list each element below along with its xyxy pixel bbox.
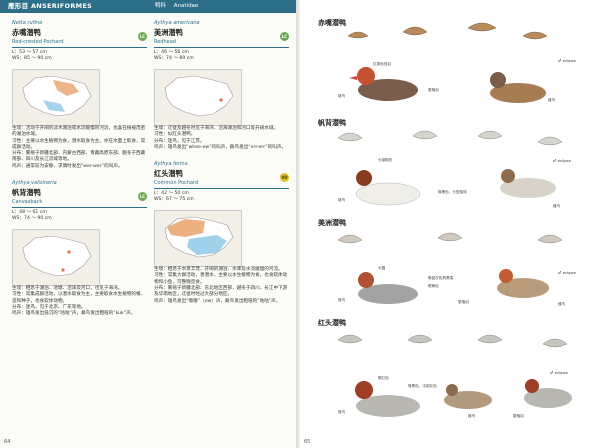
eclipse-label: ♂ eclipse [558, 270, 576, 275]
sci-name: Aythya valisineria [12, 180, 57, 187]
plate-title: 赤嘴潜鸭 [318, 19, 346, 27]
voice-text: 鸣声：通常较为安静，求偶时发出“wer-wer”的叫声。 [12, 163, 123, 169]
eclipse-label: ♂ eclipse [553, 158, 571, 163]
species-entry: Aythya americana 美洲潜鸭 LC Redhead L：46 ～ … [154, 20, 289, 151]
annotation: 红铜色冠羽 [373, 62, 391, 66]
plate-title: 帆背潜鸭 [318, 119, 346, 127]
annotation: 雄鸟 [338, 298, 346, 302]
voice-text: 鸣声：雄鸟发出低沉的“咕咕”声，雌鸟发出粗哑的“kuk”声。 [12, 311, 136, 317]
voice-text: 鸣声：雄鸟发出“嗷嗷”（ow）声，雌鸟发出粗哑的“咕咕”声。 [154, 298, 281, 304]
range-map [12, 69, 100, 126]
eclipse-label: ♂ eclipse [558, 58, 576, 63]
annotation: 喙黑色，头型独特 [438, 190, 467, 194]
left-page: 雁形目 ANSERIFORMES 鸭科 Anatidae Netta rufin… [0, 0, 296, 448]
annotation: 雄鸟 [338, 198, 346, 202]
plate-illustration [337, 232, 563, 304]
cn-name: 赤嘴潜鸭 [12, 28, 41, 37]
annotation: 繁殖羽 [458, 300, 469, 304]
species-entry: Aythya ferina 红头潜鸭 VU Common Pochard L：4… [154, 161, 289, 305]
sci-name: Aythya americana [154, 20, 200, 26]
habits-text: 习性：常集成群活动，以潜水取食为主，主要取食水生植物的根、茎和种子，也食软体动物… [12, 292, 146, 304]
range-map [12, 229, 100, 287]
order-title: 雁形目 ANSERIFORMES [8, 2, 93, 10]
annotation: 喙黑色，中部灰色 [408, 384, 437, 388]
plate-illustration [337, 130, 563, 206]
en-name: Canvasback [12, 199, 43, 206]
wingspan: WS：67 ～ 75 cm [154, 197, 194, 203]
eclipse-label: ♂ eclipse [550, 370, 568, 375]
divider [12, 207, 147, 209]
plate-title: 美洲潜鸭 [318, 219, 346, 227]
sci-name: Aythya ferina [154, 161, 188, 168]
plate-red-crested: 赤嘴潜鸭 红铜色冠羽 雄鸟 雌鸟 繁殖羽 ♂ eclipse [318, 18, 588, 118]
family-en: Anatidae [173, 3, 199, 9]
plate-illustration [337, 334, 572, 417]
cn-name: 美洲潜鸭 [154, 28, 183, 37]
divider [12, 47, 147, 48]
sci-name: Netta rufina [12, 20, 43, 26]
species-entry: Aythya valisineria 帆背潜鸭 LC Canvasback L：… [12, 180, 147, 317]
voice-text: 鸣声：雄鸟发出“whee-ow”的叫声，雌鸟发出“err-err”的叫声。 [154, 144, 287, 150]
habitat-text: 生境：活动于开阔的淡水湖泊或水流缓慢的河流，也喜在植被茂密的湖泊水域。 [12, 126, 146, 138]
divider [154, 47, 289, 48]
divider [154, 188, 289, 190]
annotation: 雌鸟 [558, 302, 566, 306]
range-map [154, 210, 242, 268]
plate-illustration [347, 22, 548, 103]
range-map-graphic [164, 75, 234, 117]
page-number-right: 65 [304, 439, 311, 445]
annotation: 头部楔形 [378, 158, 393, 162]
habits-text: 习性：常集大群活动，善潜水，主要以水生植物为食，也食软体动物和小鱼，可整晚觅食。 [154, 273, 288, 285]
en-name: Red-crested Pochard [12, 39, 64, 45]
en-name: Redhead [154, 39, 176, 45]
annotation: 眼黄色 [428, 284, 439, 288]
range-map [154, 69, 242, 126]
column-b: Aythya americana 美洲潜鸭 LC Redhead L：46 ～ … [154, 20, 289, 305]
wingspan: WS：85 ～ 90 cm [12, 56, 52, 62]
status-badge: LC [138, 192, 147, 202]
wingspan: WS：74 ～ 89 cm [154, 56, 194, 62]
annotation: 雌鸟 [553, 204, 561, 208]
annotation: 头圆 [378, 266, 386, 270]
annotation: 繁殖羽 [513, 414, 524, 418]
plate-canvasback: 帆背潜鸭 雄鸟 头部楔形 雌鸟 喙黑色，头型独特 ♂ eclipse [318, 118, 588, 218]
status-badge: LC [280, 32, 289, 41]
plate-title: 红头潜鸭 [318, 319, 346, 327]
cn-name: 红头潜鸭 [154, 169, 183, 179]
annotation: 雌鸟 [468, 414, 476, 418]
wingspan: WS：74 ～ 90 cm [12, 216, 52, 222]
distribution-text: 分布：繁殖于新疆北部、东北地区西部，越冬于四川、长江中下游及华南地区，迁徙时经过… [154, 286, 288, 298]
distribution-text: 分布：繁殖于新疆北部、内蒙古西部、青藏高原东部，越冬于西藏南部、四川及长江流域等… [12, 151, 146, 163]
range-map-graphic [164, 216, 234, 258]
cn-name: 帆背潜鸭 [12, 188, 41, 198]
plate-common-pochard: 红头潜鸭 雄鸟 雌鸟 眼红色 喙黑色，中部灰色 繁殖羽 ♂ eclipse [318, 318, 588, 418]
habits-text: 习性：主要以水生植物为食，潜水取食为主，亦在水面上取食，常成群活动。 [12, 138, 146, 150]
annotation: 眼红色 [378, 376, 389, 380]
en-name: Common Pochard [154, 180, 199, 187]
column-a: Netta rufina 赤嘴潜鸭 LC Red-crested Pochard… [12, 20, 147, 318]
header-band: 雁形目 ANSERIFORMES 鸭科 Anatidae [0, 0, 296, 13]
status-badge: LC [138, 32, 147, 41]
range-map-graphic [22, 75, 92, 117]
annotation: 雄鸟 [338, 94, 346, 98]
plate-redhead: 美洲潜鸭 雄鸟 头圆 雌鸟 喙蓝灰色具黑端 眼黄色 繁殖羽 ♂ eclipse [318, 218, 588, 318]
annotation: 雄鸟 [338, 410, 346, 414]
species-entry: Netta rufina 赤嘴潜鸭 LC Red-crested Pochard… [12, 20, 147, 170]
annotation: 雌鸟 [548, 98, 556, 102]
range-map-graphic [22, 235, 92, 277]
annotation: 喙蓝灰色具黑端 [428, 276, 454, 280]
family-cn: 鸭科 [155, 3, 167, 9]
annotation: 繁殖羽 [428, 88, 439, 92]
page-number-left: 64 [4, 439, 11, 445]
